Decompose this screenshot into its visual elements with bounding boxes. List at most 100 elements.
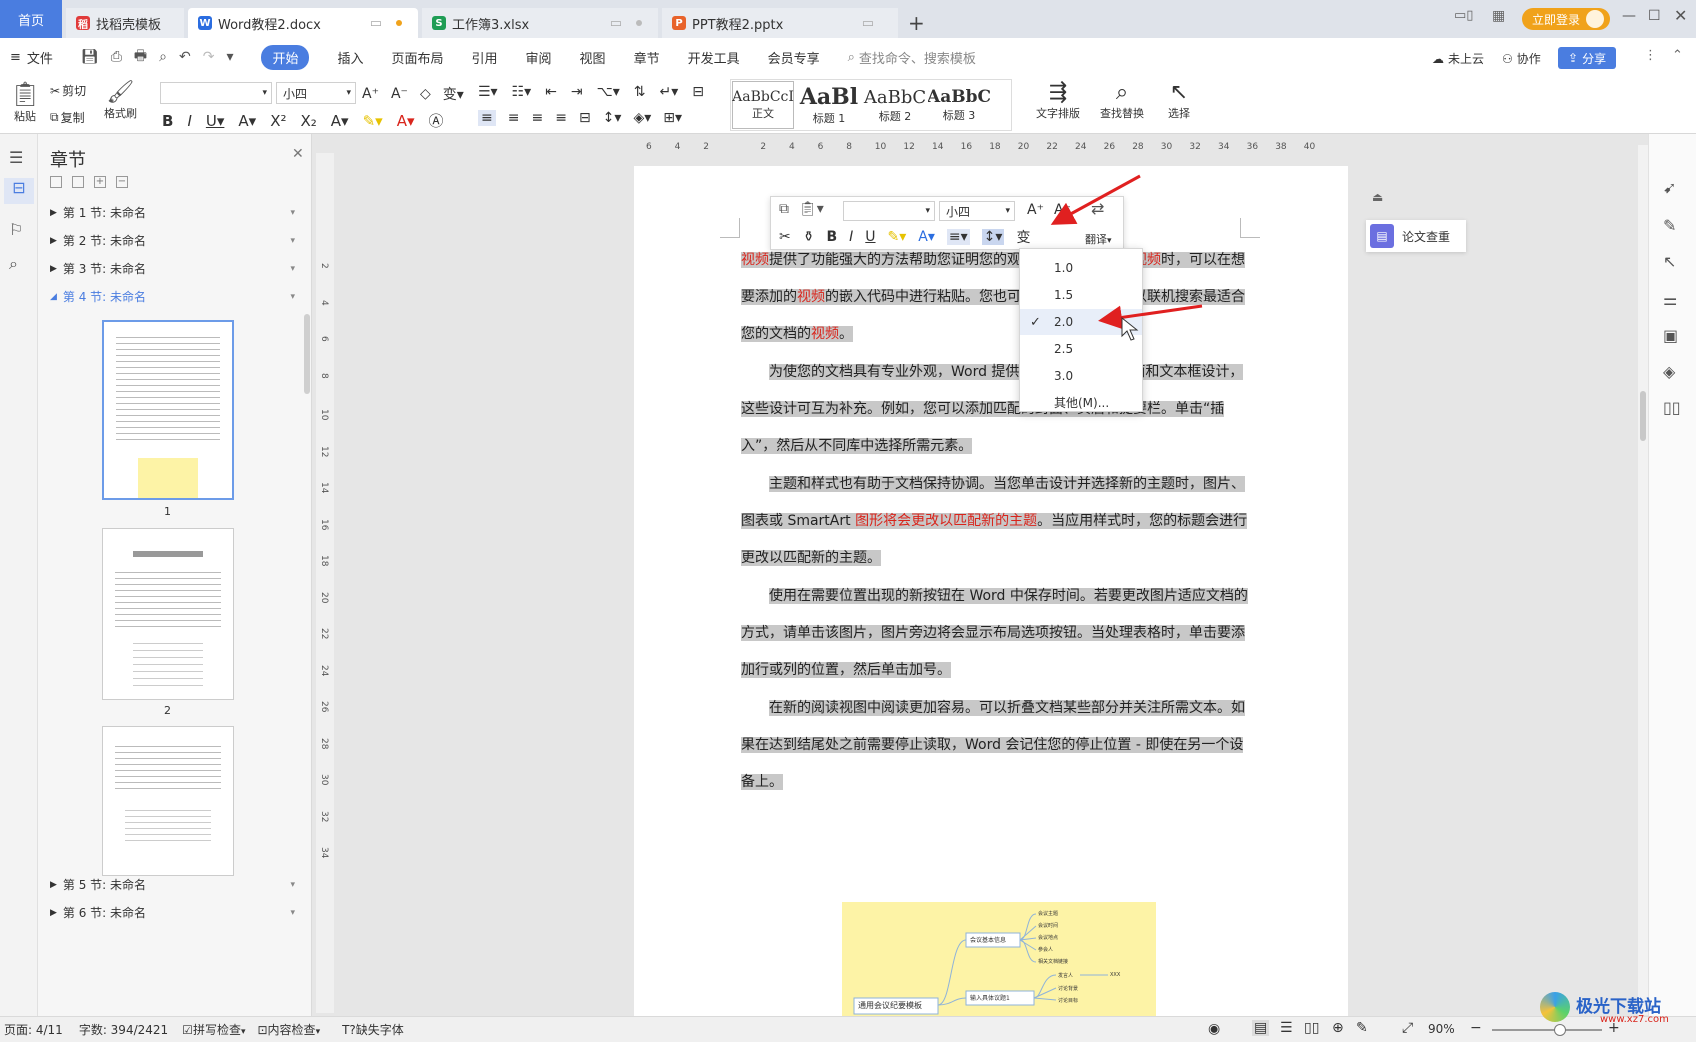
chevron-down-icon[interactable]: ▾	[226, 49, 233, 65]
paper-check-button[interactable]: ▤ 论文查重	[1366, 220, 1466, 252]
strike-icon[interactable]: A▾	[238, 112, 256, 130]
section-item[interactable]: ▶ 第 5 节: 未命名 ▾	[50, 876, 295, 893]
paragraph[interactable]: 视频提供了功能强大的方法帮助您证明您的观点。当您单击联机视频时，可以在想要添加的…	[741, 242, 1251, 353]
missing-font-button[interactable]: T?缺失字体	[342, 1021, 404, 1038]
highlight-icon[interactable]: ✎▾	[363, 112, 383, 130]
command-search[interactable]: ⌕ 查找命令、搜索模板	[834, 38, 990, 76]
collapse-all-icon[interactable]	[50, 176, 62, 188]
grow-font-icon[interactable]: A⁺	[362, 86, 379, 102]
bold-icon[interactable]: B	[826, 229, 837, 245]
page-thumbnail[interactable]	[102, 528, 234, 700]
chevron-down-icon[interactable]: ▾	[290, 880, 295, 890]
outline-icon[interactable]: ☰	[9, 148, 23, 167]
spacing-option-selected[interactable]: ✓ 2.0	[1020, 309, 1142, 335]
collapse-up-icon[interactable]: ⏏	[1372, 190, 1383, 204]
grid-icon[interactable]: ▦	[1492, 8, 1505, 24]
popup-font-select[interactable]: ▾	[843, 201, 935, 221]
shrink-font-icon[interactable]: A⁻	[391, 86, 408, 102]
section-item[interactable]: ▶ 第 6 节: 未命名 ▾	[50, 904, 295, 921]
tab-member[interactable]: 会员专享	[754, 38, 834, 76]
highlight-icon[interactable]: ✎▾	[888, 229, 907, 245]
login-button[interactable]: 立即登录	[1522, 8, 1611, 30]
tab-start[interactable]: 开始	[247, 38, 323, 76]
section-item[interactable]: ▶ 第 1 节: 未命名 ▾	[50, 204, 295, 221]
file-menu[interactable]: ≡ 文件	[0, 38, 67, 76]
section-item[interactable]: ▶ 第 3 节: 未命名 ▾	[50, 260, 295, 277]
underline-icon[interactable]: U	[865, 229, 875, 245]
paragraph[interactable]: 为使您的文档具有专业外观，Word 提供了页眉、页脚、封面和文本框设计，这些设计…	[741, 354, 1251, 465]
phonetic-icon[interactable]: 变▾	[443, 84, 464, 104]
pane-scrollbar[interactable]	[304, 314, 310, 394]
word-count[interactable]: 字数: 394/2421	[79, 1021, 168, 1038]
font-size-select[interactable]: 小四 ▾	[276, 82, 356, 104]
tab-developer[interactable]: 开发工具	[674, 38, 754, 76]
export-icon[interactable]: ⎙	[111, 49, 122, 65]
copy-button[interactable]: ⧉ 复制	[50, 109, 85, 126]
superscript-icon[interactable]: X²	[270, 112, 286, 130]
print-icon[interactable]: 🖶︎	[134, 45, 147, 69]
cut-button[interactable]: ✂ 剪切	[50, 82, 86, 99]
redo-icon[interactable]: ↷	[203, 49, 215, 65]
share-button[interactable]: ⇪ 分享	[1558, 47, 1617, 69]
page-view-icon[interactable]: ▤	[1252, 1020, 1270, 1036]
tab-references[interactable]: 引用	[458, 38, 512, 76]
zoom-out-icon[interactable]: −	[1470, 1020, 1482, 1036]
border-icon[interactable]: ⊞▾	[663, 110, 682, 126]
spacing-option[interactable]: 3.0	[1020, 363, 1142, 389]
italic-icon[interactable]: I	[187, 112, 191, 130]
tab-review[interactable]: 审阅	[512, 38, 566, 76]
font-color-icon[interactable]: A▾	[397, 112, 415, 130]
save-icon[interactable]: 💾︎	[81, 49, 99, 65]
tab-icon[interactable]: ⊟	[692, 84, 704, 100]
style-normal[interactable]: AaBbCcI 正文	[732, 81, 794, 129]
tab-word-doc[interactable]: W Word教程2.docx ▭	[188, 8, 418, 38]
font-name-select[interactable]: ▾	[160, 82, 272, 104]
paragraph[interactable]: 主题和样式也有助于文档保持协调。当您单击设计并选择新的主题时，图片、图表或 Sm…	[741, 466, 1251, 577]
popup-size-select[interactable]: 小四 ▾	[939, 201, 1015, 221]
new-tab-button[interactable]: +	[898, 8, 935, 38]
distribute-icon[interactable]: ⊟	[579, 110, 591, 126]
content-check-button[interactable]: ⊡内容检查▾	[257, 1021, 320, 1038]
tab-view[interactable]: 视图	[566, 38, 620, 76]
book-icon[interactable]: ▯▯	[1663, 398, 1681, 417]
chevron-down-icon[interactable]: ▾	[290, 264, 295, 274]
bookmark-icon[interactable]: ⚐	[9, 220, 23, 239]
eye-icon[interactable]: ◉	[1208, 1021, 1220, 1037]
section-item[interactable]: ▶ 第 2 节: 未命名 ▾	[50, 232, 295, 249]
indent-icon[interactable]: ⇥	[571, 84, 583, 100]
pen-icon[interactable]: ✎	[1663, 216, 1676, 235]
align-left-icon[interactable]: ≡	[478, 110, 496, 126]
chevron-down-icon[interactable]: ▾	[290, 236, 295, 246]
align-center-icon[interactable]: ≡	[508, 110, 520, 126]
add-section-icon[interactable]: +	[94, 176, 106, 188]
style-heading2[interactable]: AaBbC 标题 2	[864, 81, 926, 129]
scissors-icon[interactable]: ✂	[779, 229, 791, 245]
preview-icon[interactable]: ⌕	[159, 49, 167, 65]
text-layout-button[interactable]: ⇶ 文字排版	[1036, 80, 1080, 121]
spacing-option[interactable]: 1.5	[1020, 282, 1142, 308]
justify-icon[interactable]: ≡	[555, 110, 567, 126]
shrink-font-icon[interactable]: A⁻	[1054, 202, 1071, 218]
collab-button[interactable]: ⚇ 协作	[1502, 50, 1541, 67]
spacing-option[interactable]: 2.5	[1020, 336, 1142, 362]
page-thumbnail[interactable]	[102, 726, 234, 876]
style-heading1[interactable]: AaBl 标题 1	[798, 81, 860, 129]
monitor-icon[interactable]: ▭	[370, 16, 382, 31]
line-spacing-icon[interactable]: ↕▾	[603, 110, 622, 126]
monitor-icon[interactable]: ▭	[862, 16, 874, 31]
char-border-icon[interactable]: Ⓐ	[428, 110, 443, 131]
location-icon[interactable]: ◈	[1663, 362, 1675, 381]
underline-icon[interactable]: U▾	[206, 112, 225, 130]
maximize-icon[interactable]: ☐	[1648, 8, 1661, 24]
collapse-ribbon-icon[interactable]: ⌃	[1672, 48, 1683, 63]
paste-button[interactable]: 📋︎ 粘贴	[10, 80, 40, 124]
tab-docer[interactable]: 稻 找稻壳模板	[66, 8, 184, 38]
format-painter-button[interactable]: 🖌︎ 格式刷	[104, 80, 137, 121]
bold-icon[interactable]: B	[162, 112, 173, 130]
remove-section-icon[interactable]: −	[116, 176, 128, 188]
clear-format-icon[interactable]: ◇	[420, 86, 431, 102]
chevron-down-icon[interactable]: ▾	[290, 908, 295, 918]
shading-icon[interactable]: ◈▾	[633, 110, 651, 126]
tab-insert[interactable]: 插入	[323, 38, 377, 76]
scrollbar-thumb[interactable]	[1640, 391, 1646, 441]
